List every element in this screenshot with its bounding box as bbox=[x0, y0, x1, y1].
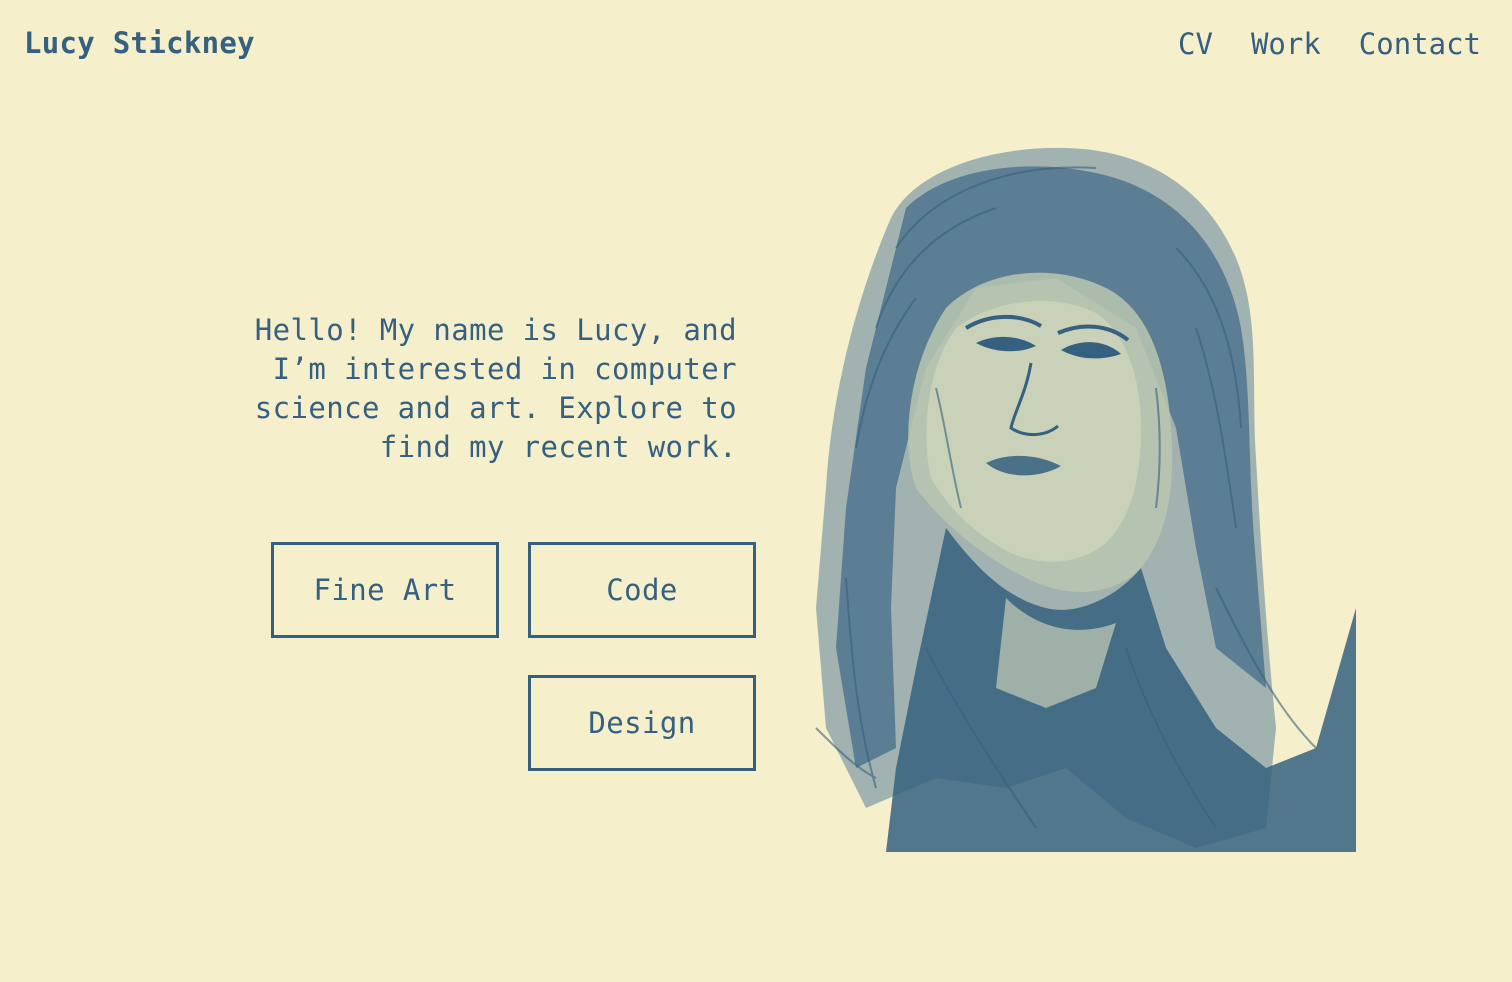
site-header: Lucy Stickney CV Work Contact bbox=[0, 0, 1512, 90]
fine-art-button[interactable]: Fine Art bbox=[271, 542, 499, 638]
nav-link-contact[interactable]: Contact bbox=[1359, 27, 1481, 61]
main-nav: CV Work Contact bbox=[1178, 27, 1481, 61]
nav-link-work[interactable]: Work bbox=[1251, 27, 1321, 61]
code-button[interactable]: Code bbox=[528, 542, 756, 638]
nav-link-cv[interactable]: CV bbox=[1178, 27, 1213, 61]
portrait-illustration bbox=[796, 128, 1358, 852]
design-button[interactable]: Design bbox=[528, 675, 756, 771]
intro-text: Hello! My name is Lucy, and I’m interest… bbox=[254, 313, 737, 464]
site-name-logo[interactable]: Lucy Stickney bbox=[24, 26, 255, 60]
